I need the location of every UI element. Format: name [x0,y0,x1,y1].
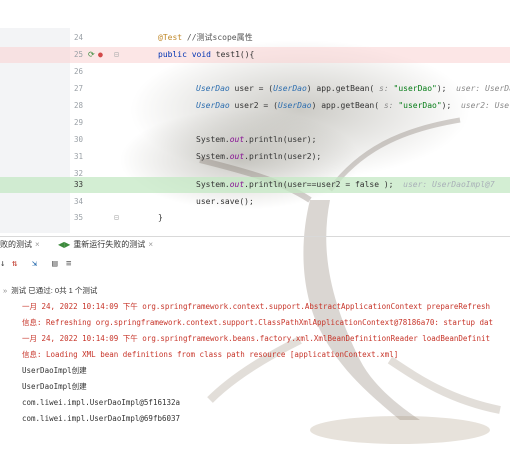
console-line: 信息: Loading XML bean definitions from cl… [22,350,399,359]
tab-label: 败的测试 [0,240,32,249]
code-line[interactable]: 31 System.out.println(user2); [0,149,510,165]
code-token: user.save(); [196,197,254,206]
code-token: @Test [158,33,187,42]
test-status-text: 测试 已通过: 0共 1 个测试 [11,286,98,295]
code-token: "userDao" [393,84,437,93]
console-line: com.liwei.impl.UserDaoImpl@5f16132a [22,398,181,407]
code-token: user = ( [229,84,274,93]
layout-icon[interactable]: ▤ [52,258,57,270]
chevron-right-icon[interactable]: » [3,286,7,295]
code-token: .println(user); [244,135,317,144]
run-toolbar: ↓ ⇅ ⇲ ▤ ≡ [0,256,510,272]
code-text: } [158,210,163,226]
code-token: s: [383,101,399,110]
code-token: ) app.getBean( [306,84,380,93]
code-token: out [229,135,245,144]
expand-icon[interactable]: ⇲ [32,258,37,270]
breakpoint-icon[interactable]: ● [98,50,103,60]
line-number: 24 [74,33,84,42]
code-line[interactable]: 34 user.save(); [0,194,510,210]
sort-icon[interactable]: ↓ [0,258,5,270]
line-number: 29 [74,118,84,127]
code-token: test1(){ [215,50,255,59]
code-line[interactable]: 24 @Test //测试scope属性 [0,30,510,46]
console-line: 一月 24, 2022 10:14:09 下午 org.springframew… [22,334,490,343]
code-token: UserDao [277,101,312,110]
test-status-bar: » 测试 已通过: 0共 1 个测试 [0,285,510,297]
code-token: ) app.getBean( [311,101,384,110]
code-token: .println(user==user2 = [244,180,355,189]
code-token: //测试scope属性 [186,33,253,42]
fold-icon[interactable]: ⊟ [114,50,119,60]
code-line[interactable]: 35 ⊟ } [0,210,510,226]
line-number: 27 [74,84,84,93]
code-line[interactable]: 30 System.out.println(user); [0,132,510,148]
console-line: com.liwei.impl.UserDaoImpl@69fb6037 [22,414,181,423]
line-number: 30 [74,135,84,144]
code-token: public void [158,50,216,59]
console-output[interactable]: 一月 24, 2022 10:14:09 下午 org.springframew… [22,299,510,427]
run-tabs: 败的测试 × ◀▶ 重新运行失败的测试 × [0,236,510,252]
console-line: UserDaoImpl创建 [22,366,87,375]
code-line[interactable]: 27 UserDao user = (UserDao) app.getBean(… [0,81,510,97]
code-token: System. [196,135,230,144]
code-editor[interactable]: 24 @Test //测试scope属性 25 ⟳ ● ⊟ public voi… [0,28,510,233]
line-number: 26 [74,67,84,76]
code-token: ); [379,180,404,189]
code-token: UserDao [196,101,230,110]
tab-failed-tests[interactable]: 败的测试 × [0,237,40,253]
code-text: UserDao user = (UserDao) app.getBean( s:… [196,81,510,97]
code-text: System.out.println(user==user2 = false )… [196,177,495,193]
code-line-current[interactable]: 33 System.out.println(user==user2 = fals… [0,177,510,193]
line-number: 33 [74,180,84,189]
code-token: user: UserDaoImpl@7 [403,180,495,189]
code-token: user2 = ( [229,101,278,110]
code-line[interactable]: 26 [0,64,510,80]
line-number: 25 [74,50,84,59]
code-token: false [354,180,380,189]
code-token: out [229,152,245,161]
code-token: user: UserDaoI [456,84,510,93]
code-token: s: [379,84,394,93]
code-token: user2: UserDao [460,101,510,110]
tab-label: 重新运行失败的测试 [73,240,146,249]
line-number: 34 [74,197,84,206]
console-line: UserDaoImpl创建 [22,382,87,391]
code-token: out [229,180,245,189]
rerun-arrow-icon: ◀▶ [58,240,71,249]
code-line[interactable]: 28 UserDao user2 = (UserDao) app.getBean… [0,98,510,114]
sort-duration-icon[interactable]: ⇅ [12,258,17,270]
run-icon[interactable]: ⟳ [88,50,95,60]
code-text: System.out.println(user); [196,132,316,148]
code-token: ); [436,84,457,93]
code-token: UserDao [196,84,230,93]
code-token: ); [441,101,461,110]
code-text: public void test1(){ [158,47,254,63]
code-token: System. [196,152,230,161]
console-line: 一月 24, 2022 10:14:09 下午 org.springframew… [22,302,490,311]
close-icon[interactable]: × [35,240,40,249]
tab-rerun-failed[interactable]: ◀▶ 重新运行失败的测试 × [58,237,153,253]
close-icon[interactable]: × [148,240,153,249]
console-line: 信息: Refreshing org.springframework.conte… [22,318,494,327]
line-number: 28 [74,101,84,110]
line-number: 31 [74,152,84,161]
code-line[interactable]: 25 ⟳ ● ⊟ public void test1(){ [0,47,510,63]
line-number: 35 [74,213,84,222]
code-line[interactable]: 29 [0,115,510,131]
code-text: user.save(); [196,194,254,210]
code-text: @Test //测试scope属性 [158,30,253,46]
code-text: UserDao user2 = (UserDao) app.getBean( s… [196,98,510,114]
code-token: UserDao [273,84,307,93]
code-token: .println(user2); [244,152,322,161]
code-token: System. [196,180,230,189]
code-text: System.out.println(user2); [196,149,321,165]
code-token: "userDao" [398,101,442,110]
export-icon[interactable]: ≡ [66,258,71,270]
code-token: } [158,213,163,222]
fold-icon[interactable]: ⊟ [114,213,119,223]
